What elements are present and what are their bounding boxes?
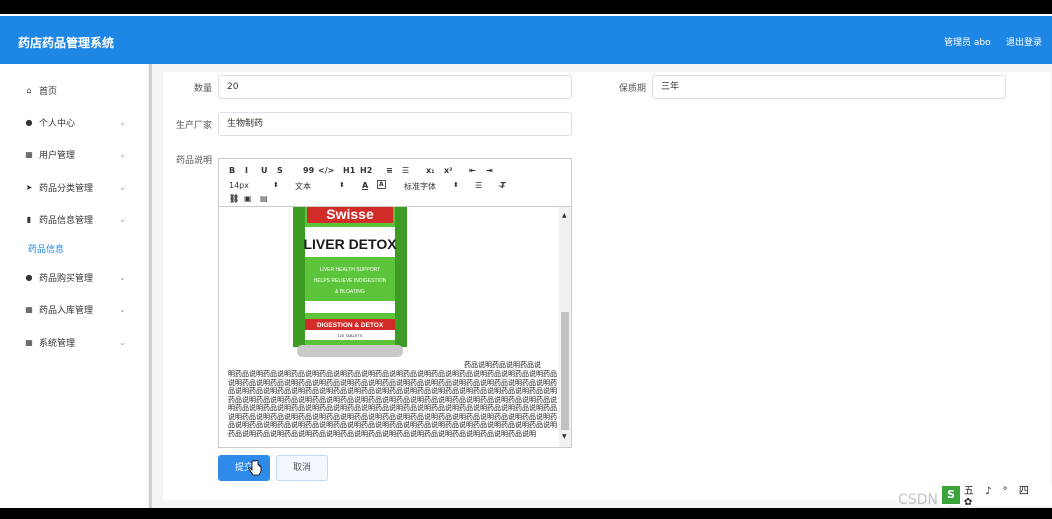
quantity-label: 数量	[193, 84, 212, 94]
sidebar-item-label: 药品分类管理	[39, 183, 94, 194]
text-style-select[interactable]: 文本	[295, 181, 311, 192]
sidebar-item[interactable]: ⌂ 首页	[0, 74, 148, 106]
top-header: 药店药品管理系统 管理员 abo 退出登录	[0, 14, 1052, 64]
sidebar-item[interactable]: ▦ 药品入库管理 ⌄	[0, 293, 148, 325]
sidebar-item-label: 首页	[39, 86, 58, 97]
chevron-down-icon: ⌄	[119, 272, 126, 282]
chevron-down-icon: ⌄	[119, 337, 126, 347]
ordered-list-icon[interactable]: ≡	[386, 166, 393, 175]
sidebar-item-label: 药品购买管理	[39, 273, 94, 284]
font-family-select[interactable]: 标准字体	[404, 181, 436, 192]
svg-text:DIGESTION & DETOX: DIGESTION & DETOX	[317, 322, 384, 329]
subscript-icon[interactable]: x₁	[426, 166, 435, 175]
font-size-select[interactable]: 14px	[229, 181, 249, 190]
clear-format-icon[interactable]: T̶	[500, 181, 505, 190]
hand-cursor-icon	[248, 460, 262, 476]
editor-toolbar: 14px ⬍ 文本 ⬍ A A 标准字体 ⬍ ☰ T̶ ⛓ ▣ ▤ B I U S 99…	[219, 159, 571, 207]
sidebar-item-label: 个人中心	[39, 118, 76, 129]
sidebar-item-label: 用户管理	[39, 150, 76, 161]
sidebar-divider	[149, 64, 152, 508]
chevron-updown-icon: ⬍	[453, 181, 459, 189]
home-icon: ⌂	[26, 85, 32, 95]
user-icon: ●	[25, 117, 33, 127]
sidebar-item[interactable]: ➤ 药品分类管理 ⌄	[0, 171, 148, 203]
chevron-updown-icon: ⬍	[339, 181, 345, 189]
cancel-button[interactable]: 取消	[276, 455, 328, 481]
scroll-down-icon[interactable]: ▼	[562, 433, 567, 440]
submit-button[interactable]: 提交	[218, 455, 270, 481]
link-icon[interactable]: ⛓	[229, 194, 239, 203]
sidebar-item-label: 药品信息管理	[39, 215, 94, 226]
grid-icon: ▦	[25, 337, 33, 347]
background-color-icon[interactable]: A	[377, 180, 386, 189]
superscript-icon[interactable]: x²	[444, 166, 453, 175]
manufacturer-input[interactable]: 生物制药	[218, 112, 572, 136]
send-icon: ➤	[25, 182, 33, 192]
app-window: 药店药品管理系统 管理员 abo 退出登录 ⌂ 首页 ● 个人中心 ⌄ ▦ 用户管理 ⌄ ➤ 药品…	[0, 14, 1052, 508]
code-icon[interactable]: </>	[318, 166, 334, 175]
font-color-icon[interactable]: A	[362, 181, 368, 190]
sidebar: ⌂ 首页 ● 个人中心 ⌄ ▦ 用户管理 ⌄ ➤ 药品分类管理 ⌄ ▮ 药品信息管理 ⌄ 药品信息 ● 药品购买…	[0, 64, 148, 508]
quantity-input[interactable]: 20	[218, 75, 572, 99]
description-text-body: 明药品说明药品说明药品说明药品说明药品说明药品说明药品说明药品说明药品说明药品说…	[228, 370, 557, 438]
align-icon[interactable]: ☰	[475, 181, 482, 190]
sidebar-item-label: 药品入库管理	[39, 305, 94, 316]
description-label: 药品说明	[175, 156, 212, 166]
heading1-icon[interactable]: H1	[343, 166, 355, 175]
document-icon: ▮	[26, 214, 32, 224]
chevron-down-icon: ⌄	[119, 214, 126, 224]
sidebar-item[interactable]: ▦ 系统管理 ⌄	[0, 326, 148, 358]
shelf-life-input[interactable]: 三年	[652, 75, 1006, 99]
sidebar-item[interactable]: 药品信息	[0, 232, 148, 264]
scroll-up-icon[interactable]: ▲	[562, 212, 567, 219]
ime-status: 五 ♪ ° 四 ✿	[963, 486, 1033, 508]
current-user: 管理员 abo	[944, 38, 991, 48]
sidebar-item-label: 系统管理	[39, 338, 76, 349]
svg-text:Swisse: Swisse	[326, 207, 374, 222]
sidebar-item[interactable]: ▦ 用户管理 ⌄	[0, 138, 148, 170]
bold-icon[interactable]: B	[229, 166, 235, 175]
shelf-life-label: 保质期	[618, 84, 646, 94]
sidebar-item[interactable]: ● 个人中心 ⌄	[0, 106, 148, 138]
indent-icon[interactable]: ⇥	[486, 166, 493, 175]
product-bottle-image: Swisse LIVER DETOX LIVER HEALTH SUPPORT …	[293, 207, 407, 357]
svg-text:LIVER HEALTH SUPPORT: LIVER HEALTH SUPPORT	[320, 267, 381, 273]
svg-text:120 TABLETS: 120 TABLETS	[337, 333, 363, 338]
description-text-first-line: 药品说明药品说明药品说	[464, 361, 541, 369]
outdent-icon[interactable]: ⇤	[469, 166, 476, 175]
sidebar-item-label: 药品信息	[28, 244, 65, 255]
svg-text:& BLOATING: & BLOATING	[335, 289, 365, 295]
scroll-thumb[interactable]	[561, 312, 569, 430]
product-image: Swisse LIVER DETOX LIVER HEALTH SUPPORT …	[227, 207, 464, 367]
chevron-updown-icon: ⬍	[273, 181, 279, 189]
app-title: 药店药品管理系统	[18, 36, 115, 50]
manufacturer-label: 生产厂家	[175, 121, 212, 131]
underline-icon[interactable]: U	[261, 166, 268, 175]
svg-text:HELPS RELIEVE INDIGESTION: HELPS RELIEVE INDIGESTION	[314, 278, 387, 284]
sidebar-item[interactable]: ● 药品购买管理 ⌄	[0, 261, 148, 293]
chevron-down-icon: ⌄	[119, 117, 126, 127]
strikethrough-icon[interactable]: S	[277, 166, 283, 175]
grid-icon: ▦	[25, 149, 33, 159]
heading2-icon[interactable]: H2	[360, 166, 372, 175]
editor-content[interactable]: Swisse LIVER DETOX LIVER HEALTH SUPPORT …	[219, 207, 559, 447]
user-icon: ●	[25, 272, 33, 282]
grid-icon: ▦	[25, 304, 33, 314]
sidebar-item[interactable]: ▮ 药品信息管理 ⌄	[0, 203, 148, 235]
ime-toolbar[interactable]: S 五 ♪ ° 四 ✿	[940, 484, 1052, 508]
rich-text-editor: 14px ⬍ 文本 ⬍ A A 标准字体 ⬍ ☰ T̶ ⛓ ▣ ▤ B I U S 99…	[218, 158, 572, 448]
italic-icon[interactable]: I	[245, 166, 248, 175]
bullet-list-icon[interactable]: ☰	[402, 166, 409, 175]
svg-text:LIVER DETOX: LIVER DETOX	[303, 236, 397, 252]
image-icon[interactable]: ▣	[244, 194, 252, 203]
quote-icon[interactable]: 99	[303, 166, 314, 175]
chevron-down-icon: ⌄	[119, 304, 126, 314]
editor-scrollbar[interactable]: ▲ ▼	[559, 207, 571, 447]
logout-link[interactable]: 退出登录	[1006, 35, 1042, 48]
video-icon[interactable]: ▤	[260, 194, 268, 203]
ime-logo-icon: S	[942, 486, 960, 504]
chevron-down-icon: ⌄	[119, 182, 126, 192]
chevron-down-icon: ⌄	[119, 149, 126, 159]
